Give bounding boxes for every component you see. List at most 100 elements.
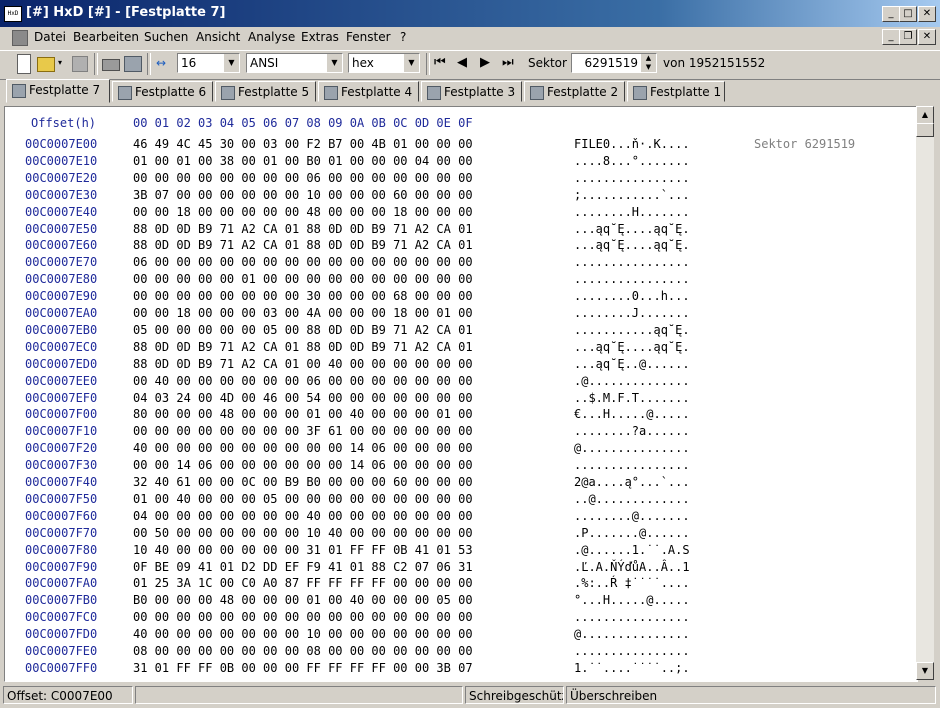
row-hex-bytes[interactable]: 3B 07 00 00 00 00 00 00 10 00 00 00 60 0… — [133, 188, 473, 202]
row-offset[interactable]: 00C0007EA0 — [25, 306, 97, 320]
row-offset[interactable]: 00C0007EF0 — [25, 391, 97, 405]
row-hex-bytes[interactable]: 46 49 4C 45 30 00 03 00 F2 B7 00 4B 01 0… — [133, 137, 473, 151]
row-offset[interactable]: 00C0007E90 — [25, 289, 97, 303]
row-offset[interactable]: 00C0007FA0 — [25, 576, 97, 590]
last-sector-icon[interactable]: ⏭ — [502, 54, 520, 72]
row-hex-bytes[interactable]: 04 03 24 00 4D 00 46 00 54 00 00 00 00 0… — [133, 391, 473, 405]
row-offset[interactable]: 00C0007F70 — [25, 526, 97, 540]
row-ascii-text[interactable]: ................ — [574, 610, 690, 624]
close-icon[interactable]: ✕ — [918, 6, 936, 22]
row-offset[interactable]: 00C0007EB0 — [25, 323, 97, 337]
row-offset[interactable]: 00C0007F60 — [25, 509, 97, 523]
row-offset[interactable]: 00C0007E00 — [25, 137, 97, 151]
row-hex-bytes[interactable]: B0 00 00 00 48 00 00 00 01 00 40 00 00 0… — [133, 593, 473, 607]
row-ascii-text[interactable]: ...ąq˘Ę....ąq˘Ę. — [574, 238, 690, 252]
first-sector-icon[interactable]: ⏮ — [434, 54, 452, 72]
child-minimize-icon[interactable]: _ — [882, 29, 900, 45]
row-ascii-text[interactable]: ........J....... — [574, 306, 690, 320]
tab-festplatte-4[interactable]: Festplatte 4 — [318, 81, 419, 102]
row-offset[interactable]: 00C0007E20 — [25, 171, 97, 185]
row-hex-bytes[interactable]: 01 25 3A 1C 00 C0 A0 87 FF FF FF FF 00 0… — [133, 576, 473, 590]
row-ascii-text[interactable]: °...H.....@..... — [574, 593, 690, 607]
row-hex-bytes[interactable]: 01 00 40 00 00 00 05 00 00 00 00 00 00 0… — [133, 492, 473, 506]
row-offset[interactable]: 00C0007E70 — [25, 255, 97, 269]
menu-analyse[interactable]: Analyse — [248, 30, 295, 44]
previous-sector-icon[interactable]: ◀ — [457, 54, 475, 72]
row-hex-bytes[interactable]: 08 00 00 00 00 00 00 00 08 00 00 00 00 0… — [133, 644, 473, 658]
row-offset[interactable]: 00C0007FC0 — [25, 610, 97, 624]
bytes-per-row-select[interactable]: 16 ▼ — [177, 53, 240, 73]
row-hex-bytes[interactable]: 00 40 00 00 00 00 00 00 06 00 00 00 00 0… — [133, 374, 473, 388]
new-file-icon[interactable] — [17, 54, 31, 74]
row-ascii-text[interactable]: ...ąq˘Ę....ąq˘Ę. — [574, 340, 690, 354]
row-hex-bytes[interactable]: 01 00 01 00 38 00 01 00 B0 01 00 00 00 0… — [133, 154, 473, 168]
row-ascii-text[interactable]: ........?a...... — [574, 424, 690, 438]
menu-extras[interactable]: Extras — [301, 30, 339, 44]
chevron-down-icon[interactable]: ▼ — [403, 54, 419, 72]
row-offset[interactable]: 00C0007F80 — [25, 543, 97, 557]
row-hex-bytes[interactable]: 88 0D 0D B9 71 A2 CA 01 88 0D 0D B9 71 A… — [133, 238, 473, 252]
display-mode-select[interactable]: hex ▼ — [348, 53, 420, 73]
row-ascii-text[interactable]: ;...........`... — [574, 188, 690, 202]
row-ascii-text[interactable]: ................ — [574, 255, 690, 269]
row-ascii-text[interactable]: ................ — [574, 644, 690, 658]
scroll-up-icon[interactable]: ▲ — [916, 106, 934, 124]
row-offset[interactable]: 00C0007FE0 — [25, 644, 97, 658]
menu-help[interactable]: ? — [400, 30, 406, 44]
tab-festplatte-5[interactable]: Festplatte 5 — [215, 81, 316, 102]
row-hex-bytes[interactable]: 40 00 00 00 00 00 00 00 10 00 00 00 00 0… — [133, 627, 473, 641]
row-ascii-text[interactable]: ...ąq˘Ę..@...... — [574, 357, 690, 371]
row-offset[interactable]: 00C0007EE0 — [25, 374, 97, 388]
tab-festplatte-2[interactable]: Festplatte 2 — [524, 81, 625, 102]
row-hex-bytes[interactable]: 00 50 00 00 00 00 00 00 10 40 00 00 00 0… — [133, 526, 473, 540]
row-offset[interactable]: 00C0007F10 — [25, 424, 97, 438]
row-offset[interactable]: 00C0007F00 — [25, 407, 97, 421]
row-offset[interactable]: 00C0007F20 — [25, 441, 97, 455]
row-offset[interactable]: 00C0007E40 — [25, 205, 97, 219]
row-ascii-text[interactable]: .%:..Ŕ ‡˙˙˙˙.... — [574, 576, 690, 590]
row-ascii-text[interactable]: .Ľ.A.ŇÝďůA..Â..1 — [574, 560, 690, 574]
minimize-icon[interactable]: _ — [882, 6, 900, 22]
charset-select[interactable]: ANSI ▼ — [246, 53, 343, 73]
menu-fenster[interactable]: Fenster — [346, 30, 391, 44]
row-offset[interactable]: 00C0007E10 — [25, 154, 97, 168]
row-hex-bytes[interactable]: 00 00 00 00 00 00 00 00 00 00 00 00 00 0… — [133, 610, 473, 624]
chevron-down-icon[interactable]: ▼ — [326, 54, 342, 72]
save-icon[interactable] — [72, 56, 88, 72]
row-ascii-text[interactable]: ........H....... — [574, 205, 690, 219]
row-ascii-text[interactable]: 2@a....ą°...`... — [574, 475, 690, 489]
row-ascii-text[interactable]: ................ — [574, 458, 690, 472]
next-sector-icon[interactable]: ▶ — [480, 54, 498, 72]
child-restore-icon[interactable]: ❐ — [899, 29, 917, 45]
row-ascii-text[interactable]: .@......1.˙˙.A.S — [574, 543, 690, 557]
open-dropdown-icon[interactable]: ▾ — [58, 54, 64, 72]
row-offset[interactable]: 00C0007F50 — [25, 492, 97, 506]
row-hex-bytes[interactable]: 00 00 00 00 00 00 00 00 3F 61 00 00 00 0… — [133, 424, 473, 438]
row-ascii-text[interactable]: ........@....... — [574, 509, 690, 523]
row-ascii-text[interactable]: ...ąq˘Ę....ąq˘Ę. — [574, 222, 690, 236]
row-ascii-text[interactable]: ................ — [574, 272, 690, 286]
menu-ansicht[interactable]: Ansicht — [196, 30, 240, 44]
row-ascii-text[interactable]: €...H.....@..... — [574, 407, 690, 421]
row-hex-bytes[interactable]: 00 00 00 00 00 00 00 00 30 00 00 00 68 0… — [133, 289, 473, 303]
vertical-scrollbar[interactable]: ▲ ▼ — [916, 106, 934, 680]
child-close-icon[interactable]: ✕ — [918, 29, 936, 45]
menu-bearbeiten[interactable]: Bearbeiten — [73, 30, 139, 44]
row-ascii-text[interactable]: FILE0...ň·.K.... — [574, 137, 690, 151]
row-offset[interactable]: 00C0007F40 — [25, 475, 97, 489]
row-hex-bytes[interactable]: 80 00 00 00 48 00 00 00 01 00 40 00 00 0… — [133, 407, 473, 421]
row-offset[interactable]: 00C0007EC0 — [25, 340, 97, 354]
row-offset[interactable]: 00C0007E50 — [25, 222, 97, 236]
row-hex-bytes[interactable]: 00 00 18 00 00 00 00 00 48 00 00 00 18 0… — [133, 205, 473, 219]
scroll-thumb[interactable] — [916, 123, 934, 137]
sector-input[interactable]: 6291519 ▲ ▼ — [571, 53, 657, 73]
row-ascii-text[interactable]: ..$.M.F.T....... — [574, 391, 690, 405]
row-hex-bytes[interactable]: 32 40 61 00 00 0C 00 B9 B0 00 00 00 60 0… — [133, 475, 473, 489]
open-folder-icon[interactable] — [37, 57, 55, 72]
app-icon[interactable]: HxD — [4, 6, 22, 22]
menu-datei[interactable]: Datei — [34, 30, 66, 44]
status-readonly[interactable]: Schreibgeschützt — [465, 686, 564, 704]
row-offset[interactable]: 00C0007E60 — [25, 238, 97, 252]
row-hex-bytes[interactable]: 88 0D 0D B9 71 A2 CA 01 88 0D 0D B9 71 A… — [133, 222, 473, 236]
row-offset[interactable]: 00C0007FB0 — [25, 593, 97, 607]
